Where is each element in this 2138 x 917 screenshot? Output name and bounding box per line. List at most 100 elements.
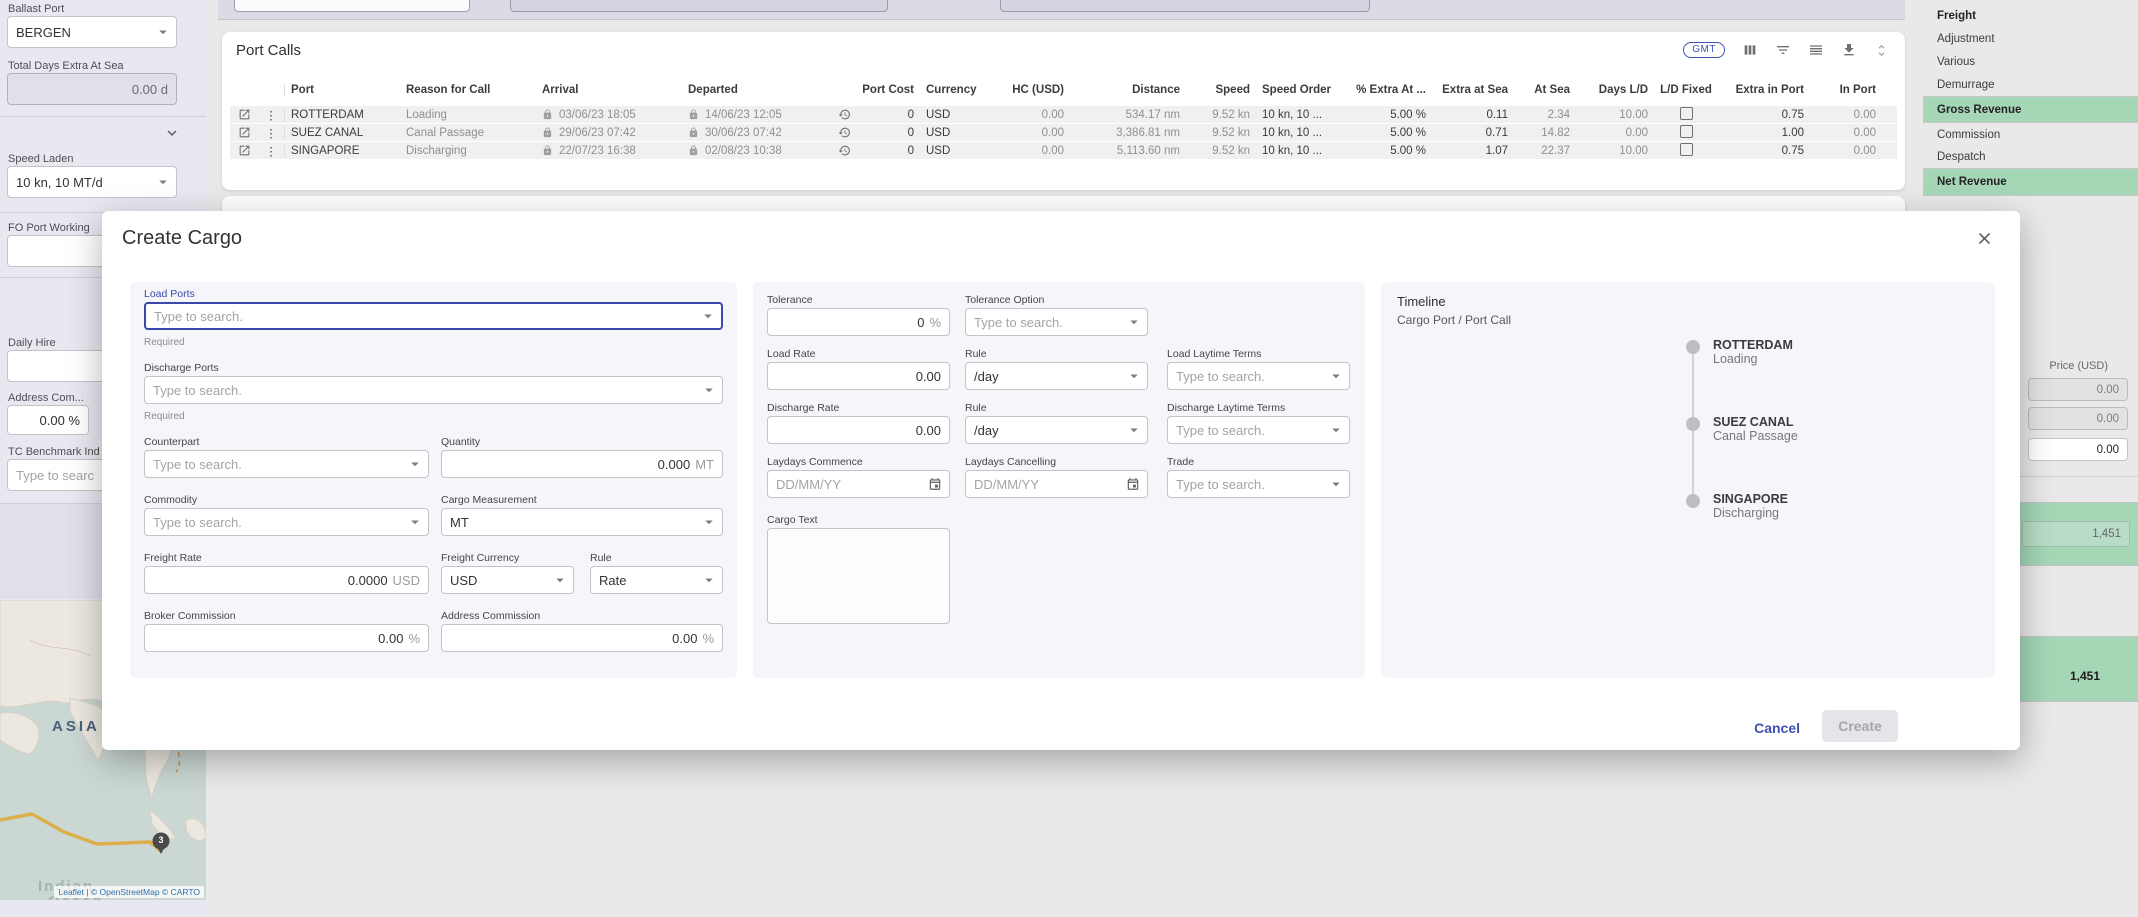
discharge-rate-input[interactable]: 0.00 [767, 416, 950, 444]
col-at-sea[interactable]: At Sea [1514, 84, 1576, 96]
cargo-text-textarea[interactable] [767, 528, 950, 624]
col-speed-order[interactable]: Speed Order [1256, 84, 1348, 96]
calendar-icon[interactable] [928, 477, 942, 491]
cell-at-sea: 14.82 [1514, 127, 1576, 139]
counterpart-select[interactable]: Type to search. [144, 450, 429, 478]
cell-speed-order: 10 kn, 10 ... [1256, 109, 1348, 121]
load-ports-select[interactable]: Type to search. [144, 302, 723, 330]
col-reason[interactable]: Reason for Call [400, 84, 536, 96]
freight-rule-select[interactable]: Rate [590, 566, 723, 594]
commodity-select[interactable]: Type to search. [144, 508, 429, 536]
lock-icon [688, 127, 699, 138]
address-commission-label: Address Commission [441, 610, 540, 622]
price-input[interactable]: 0.00 [2028, 438, 2128, 461]
open-row-icon[interactable] [238, 144, 251, 157]
map-attribution[interactable]: Leaflet | © OpenStreetMap © CARTO [54, 886, 204, 898]
discharge-ports-select[interactable]: Type to search. [144, 376, 723, 404]
discharge-laytime-select[interactable]: Type to search. [1167, 416, 1350, 444]
discharge-laytime-label: Discharge Laytime Terms [1167, 402, 1285, 414]
speed-laden-label: Speed Laden [8, 153, 73, 165]
tolerance-input[interactable]: 0% [767, 308, 950, 336]
density-icon[interactable] [1808, 42, 1824, 58]
speed-laden-select[interactable]: 10 kn, 10 MT/d [7, 166, 177, 198]
cell-in-port: 0.00 [1810, 109, 1882, 121]
tolerance-option-select[interactable]: Type to search. [965, 308, 1148, 336]
col-port[interactable]: Port [284, 84, 400, 96]
row-menu-icon[interactable]: ⋮ [258, 144, 284, 158]
cargo-terms-section: Tolerance 0% Tolerance Option Type to se… [753, 282, 1365, 678]
discharge-rule-select[interactable]: /day [965, 416, 1148, 444]
col-hc[interactable]: HC (USD) [978, 84, 1070, 96]
cell-at-sea: 2.34 [1514, 109, 1576, 121]
cargo-measurement-select[interactable]: MT [441, 508, 723, 536]
load-rate-input[interactable]: 0.00 [767, 362, 950, 390]
quantity-input[interactable]: 0.000MT [441, 450, 723, 478]
col-currency[interactable]: Currency [920, 84, 978, 96]
unfold-icon[interactable] [1874, 43, 1889, 58]
cell-extra-in-port: 0.75 [1718, 109, 1810, 121]
port-calls-table: Port Reason for Call Arrival Departed Po… [230, 78, 1897, 160]
col-ld-fixed[interactable]: L/D Fixed [1654, 84, 1718, 96]
open-row-icon[interactable] [238, 126, 251, 139]
address-commission-input[interactable]: 0.00% [441, 624, 723, 652]
col-pct-extra[interactable]: % Extra At ... [1348, 84, 1432, 96]
ld-fixed-checkbox[interactable] [1680, 107, 1693, 120]
price-input: 0.00 [2028, 407, 2128, 430]
row-menu-icon[interactable]: ⋮ [258, 126, 284, 140]
cell-speed: 9.52 kn [1186, 127, 1256, 139]
timeline-dot [1686, 340, 1700, 354]
cell-departed: 30/06/23 07:42 [682, 127, 832, 139]
cancel-button[interactable]: Cancel [1754, 720, 1800, 736]
calendar-icon[interactable] [1126, 477, 1140, 491]
close-icon[interactable] [1975, 229, 1994, 248]
cell-reason: Loading [400, 109, 536, 121]
port-calls-toolbar: GMT [1683, 42, 1889, 58]
ballast-port-select[interactable]: BERGEN [7, 16, 177, 48]
timezone-badge[interactable]: GMT [1683, 42, 1725, 58]
top-cutoff-panel [218, 0, 1905, 20]
cell-at-sea: 22.37 [1514, 145, 1576, 157]
timeline-port: ROTTERDAM [1713, 338, 1793, 352]
daily-hire-label: Daily Hire [8, 337, 56, 349]
freight-rate-input[interactable]: 0.0000USD [144, 566, 429, 594]
address-commission-input[interactable]: 0.00 % [7, 405, 89, 435]
collapse-chevron-icon[interactable] [163, 124, 181, 142]
chevron-down-icon [699, 307, 717, 325]
load-rule-select[interactable]: /day [965, 362, 1148, 390]
load-laytime-select[interactable]: Type to search. [1167, 362, 1350, 390]
revenue-row-freight: Freight [1923, 4, 2138, 27]
col-port-cost[interactable]: Port Cost [832, 84, 920, 96]
history-icon[interactable] [838, 144, 851, 157]
ld-fixed-checkbox[interactable] [1680, 125, 1693, 138]
revenue-row-despatch: Despatch [1923, 146, 2138, 168]
col-departed[interactable]: Departed [682, 84, 832, 96]
col-distance[interactable]: Distance [1070, 84, 1186, 96]
open-row-icon[interactable] [238, 108, 251, 121]
ld-fixed-checkbox[interactable] [1680, 143, 1693, 156]
map-marker-count[interactable]: 3 [156, 835, 166, 845]
tolerance-option-label: Tolerance Option [965, 294, 1044, 306]
trade-select[interactable]: Type to search. [1167, 470, 1350, 498]
row-menu-icon[interactable]: ⋮ [258, 108, 284, 122]
col-in-port[interactable]: In Port [1810, 84, 1882, 96]
chevron-down-icon [406, 513, 424, 531]
chevron-down-icon [700, 381, 718, 399]
freight-currency-select[interactable]: USD [441, 566, 574, 594]
columns-icon[interactable] [1742, 42, 1758, 58]
laydays-commence-input[interactable]: DD/MM/YY [767, 470, 950, 498]
cell-currency: USD [920, 145, 978, 157]
laydays-cancelling-input[interactable]: DD/MM/YY [965, 470, 1148, 498]
filter-icon[interactable] [1775, 42, 1791, 58]
col-days-ld[interactable]: Days L/D [1576, 84, 1654, 96]
col-speed[interactable]: Speed [1186, 84, 1256, 96]
history-icon[interactable] [838, 108, 851, 121]
discharge-rule-label: Rule [965, 402, 987, 414]
col-extra-in-port[interactable]: Extra in Port [1718, 84, 1810, 96]
col-extra-at-sea[interactable]: Extra at Sea [1432, 84, 1514, 96]
gross-revenue-band: 1,451 [2020, 502, 2138, 566]
timeline-activity: Canal Passage [1713, 429, 1798, 443]
history-icon[interactable] [838, 126, 851, 139]
col-arrival[interactable]: Arrival [536, 84, 682, 96]
download-icon[interactable] [1841, 42, 1857, 58]
broker-commission-input[interactable]: 0.00% [144, 624, 429, 652]
